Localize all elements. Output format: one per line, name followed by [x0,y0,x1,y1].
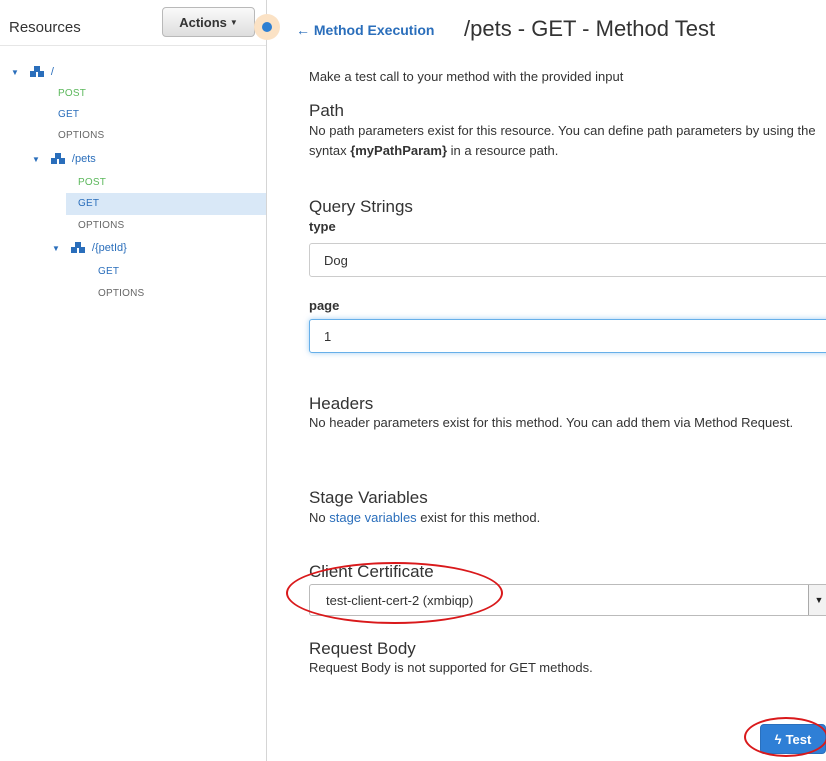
path-description: No path parameters exist for this resour… [309,121,826,161]
sidebar-divider [0,45,266,46]
intro-text: Make a test call to your method with the… [309,69,624,84]
page-input[interactable] [309,319,826,353]
resources-sidebar: Resources Actions ▼ ▼ / POST GET OPTIONS… [0,0,266,761]
annotation-oval-test [744,717,826,757]
stage-text-start: No [309,510,330,525]
resource-icon [70,242,86,254]
stage-variables-link[interactable]: stage variables [329,510,416,525]
actions-label: Actions [179,14,227,30]
stage-text-end: exist for this method. [416,510,541,525]
arrow-left-icon: ← [296,22,310,38]
request-body-heading: Request Body [309,639,416,658]
annotation-oval-certificate [286,562,503,624]
tree-method-get-root[interactable]: GET [58,109,79,120]
actions-dropdown-button[interactable]: Actions ▼ [162,7,255,37]
tree-resource-label: /{petId} [91,242,127,254]
headers-heading: Headers [309,394,374,413]
path-heading: Path [309,101,344,120]
sidebar-border [266,0,267,761]
path-syntax: {myPathParam} [350,143,448,158]
tree-method-options-pets[interactable]: OPTIONS [78,220,124,231]
tree-method-get-pets[interactable]: GET [78,198,99,209]
resource-icon [50,153,66,165]
tree-method-get-petid[interactable]: GET [98,266,119,277]
tree-method-options-petid[interactable]: OPTIONS [98,288,144,299]
method-execution-label: Method Execution [313,22,435,38]
path-text-end: in a resource path. [447,143,559,158]
expand-toggle-icon[interactable]: ▼ [52,244,60,253]
caret-down-icon: ▼ [229,17,238,27]
expand-toggle-icon[interactable]: ▼ [32,155,40,164]
tree-resource-root[interactable]: ▼ / [11,66,54,78]
tree-method-post-root[interactable]: POST [58,88,86,99]
page-label: page [309,298,340,313]
tree-method-post-pets[interactable]: POST [78,177,106,188]
type-input[interactable] [309,243,826,277]
headers-description: No header parameters exist for this meth… [309,415,794,430]
tree-resource-label: /pets [71,153,96,165]
method-execution-link[interactable]: ← Method Execution [296,22,434,38]
expand-toggle-icon[interactable]: ▼ [11,68,19,77]
tree-resource-pets[interactable]: ▼ /pets [32,153,96,165]
dropdown-arrow-icon[interactable]: ▼ [808,585,826,615]
tree-method-options-root[interactable]: OPTIONS [58,130,104,141]
sidebar-resize-handle[interactable] [254,14,280,40]
type-label: type [309,219,336,234]
tree-resource-label: / [50,66,54,78]
handle-dot-icon [262,22,272,32]
stage-variables-heading: Stage Variables [309,488,428,507]
resources-title: Resources [9,19,81,36]
resource-icon [29,66,45,78]
page-title: /pets - GET - Method Test [464,16,716,41]
stage-variables-description: No stage variables exist for this method… [309,508,540,528]
request-body-description: Request Body is not supported for GET me… [309,660,593,675]
query-strings-heading: Query Strings [309,197,413,216]
tree-resource-petid[interactable]: ▼ /{petId} [52,242,127,254]
